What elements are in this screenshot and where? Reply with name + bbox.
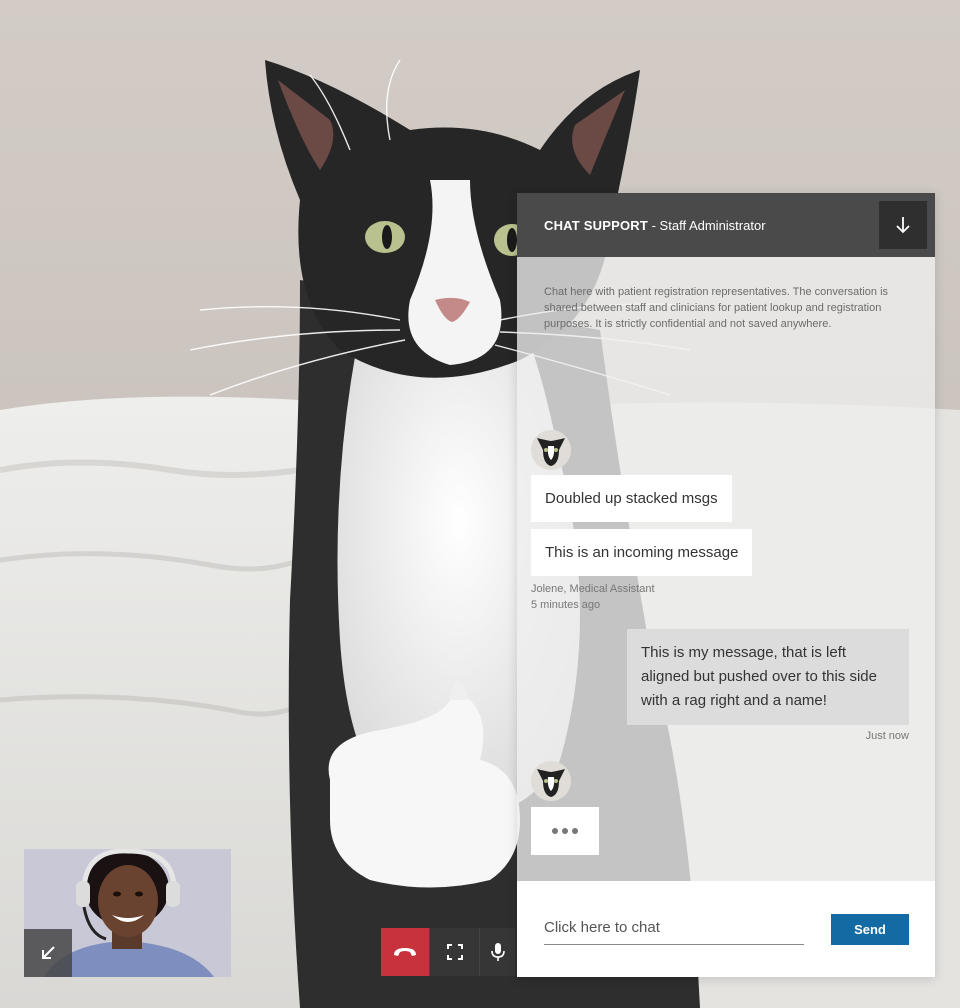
outgoing-timestamp: Just now: [865, 730, 909, 742]
minimize-button[interactable]: [24, 929, 72, 977]
chat-panel: CHAT SUPPORT - Staff Administrator Chat …: [517, 193, 935, 977]
typing-indicator: [531, 807, 599, 855]
chat-input[interactable]: [544, 911, 804, 945]
outgoing-message: This is my message, that is left aligned…: [627, 629, 909, 725]
incoming-message: This is an incoming message: [531, 529, 753, 576]
chat-title-strong: CHAT SUPPORT: [544, 217, 648, 233]
arrow-down-icon: [896, 217, 910, 234]
chat-title-rest: - Staff Administrator: [648, 217, 766, 233]
message-timestamp: 5 minutes ago: [531, 599, 601, 611]
collapse-chat-button[interactable]: [879, 201, 927, 249]
chat-header: CHAT SUPPORT - Staff Administrator: [517, 193, 935, 257]
arrow-down-left-icon: [42, 946, 55, 959]
phone-hangup-icon: [394, 948, 416, 956]
incoming-message: Doubled up stacked msgs: [531, 475, 732, 522]
chat-intro-text: Chat here with patient registration repr…: [544, 286, 889, 330]
typing-dot: [572, 828, 578, 834]
mute-button[interactable]: [479, 928, 515, 976]
avatar: [531, 430, 571, 470]
typing-dot: [552, 828, 558, 834]
message-sender: Jolene, Medical Assistant: [531, 583, 655, 595]
self-video: [24, 849, 231, 977]
chat-title: CHAT SUPPORT - Staff Administrator: [544, 218, 766, 233]
call-controls: [381, 928, 515, 976]
chat-footer: Send: [517, 881, 935, 977]
hangup-button[interactable]: [381, 928, 429, 976]
typing-dot: [562, 828, 568, 834]
microphone-icon: [490, 943, 505, 961]
fullscreen-button[interactable]: [429, 928, 479, 976]
fullscreen-icon: [446, 944, 463, 960]
avatar: [531, 761, 571, 801]
send-button[interactable]: Send: [831, 914, 909, 945]
